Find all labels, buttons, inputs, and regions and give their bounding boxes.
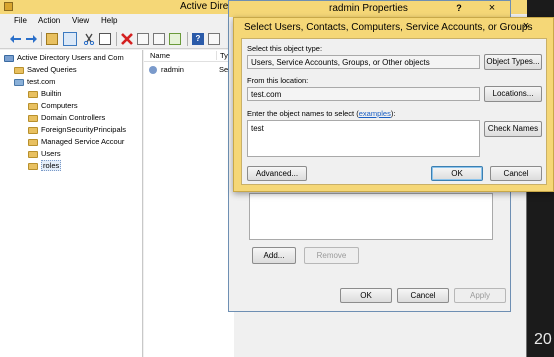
object-type-field: Users, Service Accounts, Groups, or Othe… [247, 55, 480, 69]
tree-child-label: roles [41, 160, 62, 171]
tree-item-saved-queries[interactable]: Saved Queries [14, 64, 77, 76]
tree-item-computers[interactable]: Computers [28, 100, 78, 112]
tree-child-label: Managed Service Accour [41, 137, 125, 146]
show-action-pane-icon[interactable] [208, 33, 220, 45]
select-dialog-title: Select Users, Contacts, Computers, Servi… [244, 22, 533, 33]
domain-icon [14, 78, 24, 86]
object-names-label-text: Enter the object names to select ( [247, 109, 359, 118]
folder-icon [28, 162, 38, 170]
advanced-button[interactable]: Advanced... [247, 166, 307, 181]
close-icon[interactable]: × [481, 1, 503, 15]
location-label: From this location: [247, 76, 309, 85]
tree-pane: Active Directory Users and Com Saved Que… [0, 50, 143, 357]
forward-icon[interactable] [25, 33, 37, 45]
delete-icon[interactable] [121, 33, 133, 45]
object-types-button[interactable]: Object Types... [484, 54, 542, 70]
select-users-dialog: Select Users, Contacts, Computers, Servi… [233, 17, 554, 192]
object-names-input[interactable]: test [247, 120, 480, 157]
folder-icon [14, 66, 24, 74]
export-list-icon[interactable] [169, 33, 181, 45]
select-ok-button[interactable]: OK [431, 166, 483, 181]
folder-icon [28, 102, 38, 110]
select-dialog-body: Select this object type: Users, Service … [241, 38, 547, 185]
check-names-button[interactable]: Check Names [484, 121, 542, 137]
help-icon[interactable]: ? [192, 33, 204, 45]
tree-item-foreign-security-principals[interactable]: ForeignSecurityPrincipals [28, 124, 126, 136]
location-field: test.com [247, 87, 480, 101]
user-icon [149, 66, 157, 74]
row-type: Se [219, 65, 229, 74]
tree-child-label: Domain Controllers [41, 113, 106, 122]
column-header-name[interactable]: Name [150, 51, 170, 60]
tree-item-builtin[interactable]: Builtin [28, 88, 61, 100]
tree-child-label: Computers [41, 101, 78, 110]
copy-icon[interactable] [99, 33, 111, 45]
folder-icon [28, 114, 38, 122]
tree-item-managed-service-accounts[interactable]: Managed Service Accour [28, 136, 124, 148]
tree-child-label: Users [41, 149, 61, 158]
toolbar-separator [116, 32, 117, 46]
refresh-icon[interactable] [153, 33, 165, 45]
properties-title-bar: radmin Properties ? × [229, 1, 510, 17]
examples-link[interactable]: examples [359, 109, 391, 118]
tree-child-label: Builtin [41, 89, 62, 98]
properties-ok-button[interactable]: OK [340, 288, 392, 303]
console-tree-icon[interactable] [63, 32, 77, 46]
tree-item-users[interactable]: Users [28, 148, 61, 160]
members-list-box[interactable] [249, 193, 493, 240]
clock-fragment: 20 [534, 331, 552, 348]
column-header-type[interactable]: Ty [216, 51, 228, 60]
properties-cancel-button[interactable]: Cancel [397, 288, 449, 303]
folder-icon [28, 138, 38, 146]
tree-item-domain-controllers[interactable]: Domain Controllers [28, 112, 105, 124]
select-dialog-close-icon[interactable]: × [514, 18, 538, 34]
toolbar-separator [41, 32, 42, 46]
tree-saved-queries-label: Saved Queries [27, 65, 77, 74]
up-folder-icon[interactable] [46, 33, 58, 45]
folder-icon [28, 90, 38, 98]
row-name: radmin [161, 65, 184, 74]
properties-icon[interactable] [137, 33, 149, 45]
ad-users-icon [4, 54, 14, 62]
tree-child-label: ForeignSecurityPrincipals [41, 125, 127, 134]
tree-item-roles[interactable]: roles [28, 160, 62, 172]
menu-help[interactable]: Help [101, 16, 117, 25]
tree-item-domain[interactable]: test.com [14, 76, 55, 88]
help-button[interactable]: ? [450, 2, 468, 14]
folder-icon [28, 126, 38, 134]
menu-file[interactable]: File [14, 16, 27, 25]
add-button[interactable]: Add... [252, 247, 296, 264]
list-pane: Name Ty radmin Se [144, 50, 234, 357]
object-names-label-suffix: ): [390, 109, 396, 118]
tree-item-root[interactable]: Active Directory Users and Com [4, 52, 124, 64]
toolbar-separator [187, 32, 188, 46]
properties-title: radmin Properties [329, 3, 408, 14]
object-type-label: Select this object type: [247, 44, 323, 53]
back-icon[interactable] [10, 33, 22, 45]
tree-root-label: Active Directory Users and Com [17, 53, 124, 62]
folder-icon [28, 150, 38, 158]
menu-view[interactable]: View [72, 16, 89, 25]
menu-action[interactable]: Action [38, 16, 60, 25]
list-header: Name Ty [144, 50, 234, 62]
tree-domain-label: test.com [27, 77, 56, 86]
object-names-label: Enter the object names to select (exampl… [247, 109, 395, 118]
cut-icon[interactable] [83, 33, 95, 46]
app-icon [4, 2, 13, 11]
table-row[interactable]: radmin Se [144, 64, 234, 76]
apply-button[interactable]: Apply [454, 288, 506, 303]
select-cancel-button[interactable]: Cancel [490, 166, 542, 181]
remove-button[interactable]: Remove [304, 247, 359, 264]
locations-button[interactable]: Locations... [484, 86, 542, 102]
